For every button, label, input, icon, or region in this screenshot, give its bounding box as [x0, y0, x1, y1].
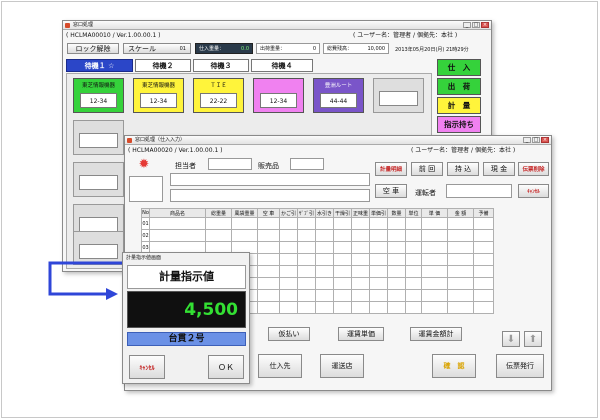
popup-ok-button[interactable]: ＯＫ [208, 355, 244, 379]
popup-title: 計量指示値画面 [126, 255, 162, 261]
weighing-popup: 計量指示値画面 計量指示値 4,500 台貫２号 ｷｬﾝｾﾙ ＯＫ [122, 252, 250, 384]
connector-arrow [48, 261, 126, 300]
popup-header: 計量指示値 [127, 265, 246, 289]
popup-cancel-button[interactable]: ｷｬﾝｾﾙ [129, 355, 165, 379]
connector-arrowhead [106, 288, 118, 300]
vehicle-plate: 台貫２号 [127, 332, 246, 346]
connector-line [48, 261, 126, 296]
weight-display: 4,500 [127, 291, 246, 328]
weight-value: 4,500 [184, 300, 238, 320]
